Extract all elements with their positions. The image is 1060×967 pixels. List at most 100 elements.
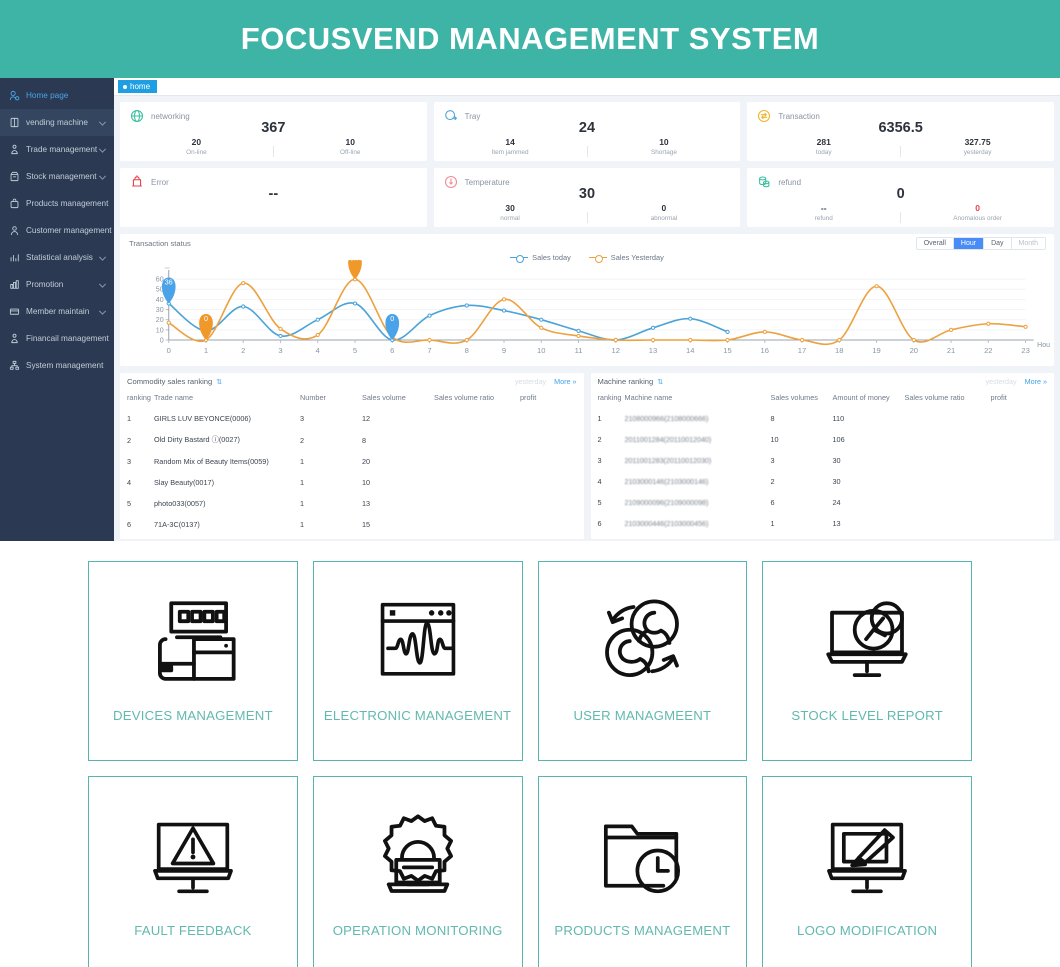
stat-right-value: 10 <box>659 137 669 147</box>
ranking-tables: Commodity sales ranking ⇅ yesterday More… <box>114 366 1060 539</box>
feature-card-operation-monitoring[interactable]: OPERATION MONITORING <box>312 776 523 967</box>
stat-right-metric: 0 abnormal <box>588 203 741 223</box>
stat-left-metric: 20 On-line <box>120 137 273 157</box>
sidebar-item-financail-management[interactable]: Financail management <box>0 325 114 352</box>
tab-home[interactable]: home <box>118 80 158 93</box>
sidebar-item-customer-management[interactable]: Customer management <box>0 217 114 244</box>
table-row[interactable]: 5 photo033(0057) 1 13 <box>120 493 584 514</box>
column-header: Sales volume <box>362 393 406 402</box>
table-row[interactable]: 1 2108000966(2108000666) 8 110 <box>591 408 1055 429</box>
feature-card-label: FAULT FEEDBACK <box>134 923 252 938</box>
finance-icon <box>8 332 21 345</box>
feature-card-devices-management[interactable]: DEVICES MANAGEMENT <box>88 561 298 761</box>
commodity-ranking-more-link[interactable]: More » <box>554 377 576 386</box>
cell-money: 13 <box>832 519 841 528</box>
stat-right-label: yesterday <box>963 149 992 156</box>
stat-card-transaction: Transaction 6356.5 281 today 327.75 yesterday <box>747 102 1054 161</box>
table-row[interactable]: 3 2011001283(20110012030) 3 30 <box>591 450 1055 471</box>
app-header: FOCUSVEND MANAGEMENT SYSTEM <box>0 0 1060 78</box>
sidebar-item-stock-management[interactable]: Stock management <box>0 163 114 190</box>
feature-card-label: DEVICES MANAGEMENT <box>113 708 273 723</box>
cell-ratio <box>905 513 991 534</box>
table-row[interactable]: 3 Random Mix of Beauty Items(0059) 1 20 <box>120 451 584 472</box>
cell-number: 2 <box>300 435 305 445</box>
stat-card-value: 24 <box>578 120 596 136</box>
sidebar-item-vending-machine[interactable]: vending machine <box>0 109 114 136</box>
sidebar-item-label: Customer management <box>26 226 112 235</box>
feature-card-stock-level-report[interactable]: STOCK LEVEL REPORT <box>762 561 972 761</box>
sort-icon[interactable]: ⇅ <box>657 378 663 386</box>
cell-name: Random Mix of Beauty Items(0059) <box>154 457 269 466</box>
stat-right-metric: 0 Anomalous order <box>901 203 1054 223</box>
commodity-ranking-title: Commodity sales ranking <box>127 377 213 386</box>
table-row[interactable]: 6 71A-3C(0137) 1 15 <box>120 514 584 535</box>
column-header: ranking <box>127 393 151 402</box>
feature-card-fault-feedback[interactable]: FAULT FEEDBACK <box>88 776 298 967</box>
cell-volume: 10 <box>362 478 371 487</box>
cell-number: 1 <box>300 478 305 487</box>
cell-ranking: 3 <box>127 457 132 466</box>
transaction-status-chart-panel: Transaction status Overall Hour Day Month S… <box>120 234 1054 366</box>
monitor-pie-icon <box>815 586 919 698</box>
svg-text:22: 22 <box>984 346 992 355</box>
cell-name: 2103000146(2103000146) <box>624 477 709 486</box>
table-row[interactable]: 1 GIRLS LUV BEYONCE(0006) 3 12 <box>120 408 584 429</box>
table-row[interactable]: 2 Old Dirty Bastard ⓘ(0027) 2 8 <box>120 429 584 451</box>
cell-volumes: 10 <box>770 435 779 444</box>
users-sync-icon <box>590 586 694 698</box>
sidebar-item-promotion[interactable]: Promotion <box>0 271 114 298</box>
table-row[interactable]: 6 2103000446(2103000456) 1 13 <box>591 513 1055 534</box>
svg-text:36: 36 <box>165 279 173 286</box>
chart-range-tab-day[interactable]: Day <box>984 238 1012 249</box>
promotion-icon <box>8 278 21 291</box>
cell-ratio <box>434 451 520 472</box>
machine-ranking-header: Machine ranking ⇅ yesterday More » <box>591 373 1055 390</box>
table-row[interactable]: 4 2103000146(2103000146) 2 30 <box>591 471 1055 492</box>
sidebar-item-statistical-analysis[interactable]: Statistical analysis <box>0 244 114 271</box>
sidebar-item-member-maintain[interactable]: Member maintain <box>0 298 114 325</box>
sidebar-item-products-management[interactable]: Products management <box>0 190 114 217</box>
stat-cards: networking 367 20 On-line 10 Off-line Error -- … <box>114 96 1060 227</box>
feature-card-products-management[interactable]: PRODUCTS MANAGEMENT <box>537 776 748 967</box>
sidebar-item-trade-management[interactable]: Trade management <box>0 136 114 163</box>
svg-text:0: 0 <box>204 316 208 323</box>
cell-ranking: 5 <box>127 499 132 508</box>
cell-ranking: 1 <box>127 414 132 423</box>
stat-left-metric: 281 today <box>747 137 900 157</box>
cell-money: 30 <box>832 477 841 486</box>
feature-card-logo-modification[interactable]: LOGO MODIFICATION <box>762 776 972 967</box>
tab-dot-icon <box>123 84 127 89</box>
cell-ratio <box>434 429 520 451</box>
chart-range-tab-month[interactable]: Month <box>1011 238 1045 249</box>
table-row[interactable]: 4 Slay Beauty(0017) 1 10 <box>120 472 584 493</box>
stat-right-metric: 10 Shortage <box>588 137 741 157</box>
stat-left-metric: -- refund <box>747 203 900 223</box>
chart-range-tab-overall[interactable]: Overall <box>916 238 954 249</box>
feature-card-user-managmeent[interactable]: USER MANAGMEENT <box>537 561 748 761</box>
svg-text:14: 14 <box>686 346 694 355</box>
table-row[interactable]: 5 2109000096(2109000098) 6 24 <box>591 492 1055 513</box>
monitor-warning-icon <box>142 801 244 913</box>
svg-text:13: 13 <box>649 346 657 355</box>
sidebar-item-label: Promotion <box>26 280 64 289</box>
stat-column-3: Transaction 6356.5 281 today 327.75 yesterday… <box>747 102 1054 227</box>
cell-volumes: 3 <box>770 456 775 465</box>
cell-profit <box>991 492 1055 513</box>
feature-card-electronic-management[interactable]: ELECTRONIC MANAGEMENT <box>312 561 523 761</box>
cell-profit <box>991 471 1055 492</box>
cell-ratio <box>905 471 991 492</box>
svg-text:30: 30 <box>156 307 164 314</box>
tab-home-label: home <box>130 82 151 91</box>
cell-ranking: 4 <box>127 478 132 487</box>
table-row[interactable]: 2 2011001284(20110012040) 10 106 <box>591 429 1055 450</box>
feature-card-label: ELECTRONIC MANAGEMENT <box>323 708 512 723</box>
sidebar-item-system-management[interactable]: System management <box>0 352 114 379</box>
machine-ranking-more-link[interactable]: More » <box>1025 377 1047 386</box>
chart-range-tab-hour[interactable]: Hour <box>953 238 985 249</box>
cell-ratio <box>905 429 991 450</box>
cell-profit <box>991 513 1055 534</box>
sidebar-item-home-page[interactable]: Home page <box>0 82 114 109</box>
stat-left-label: Item jammed <box>491 149 529 156</box>
sort-icon[interactable]: ⇅ <box>216 378 222 386</box>
feature-grid: DEVICES MANAGEMENT ELECTRONIC MANAGEMENT U… <box>0 541 1060 967</box>
